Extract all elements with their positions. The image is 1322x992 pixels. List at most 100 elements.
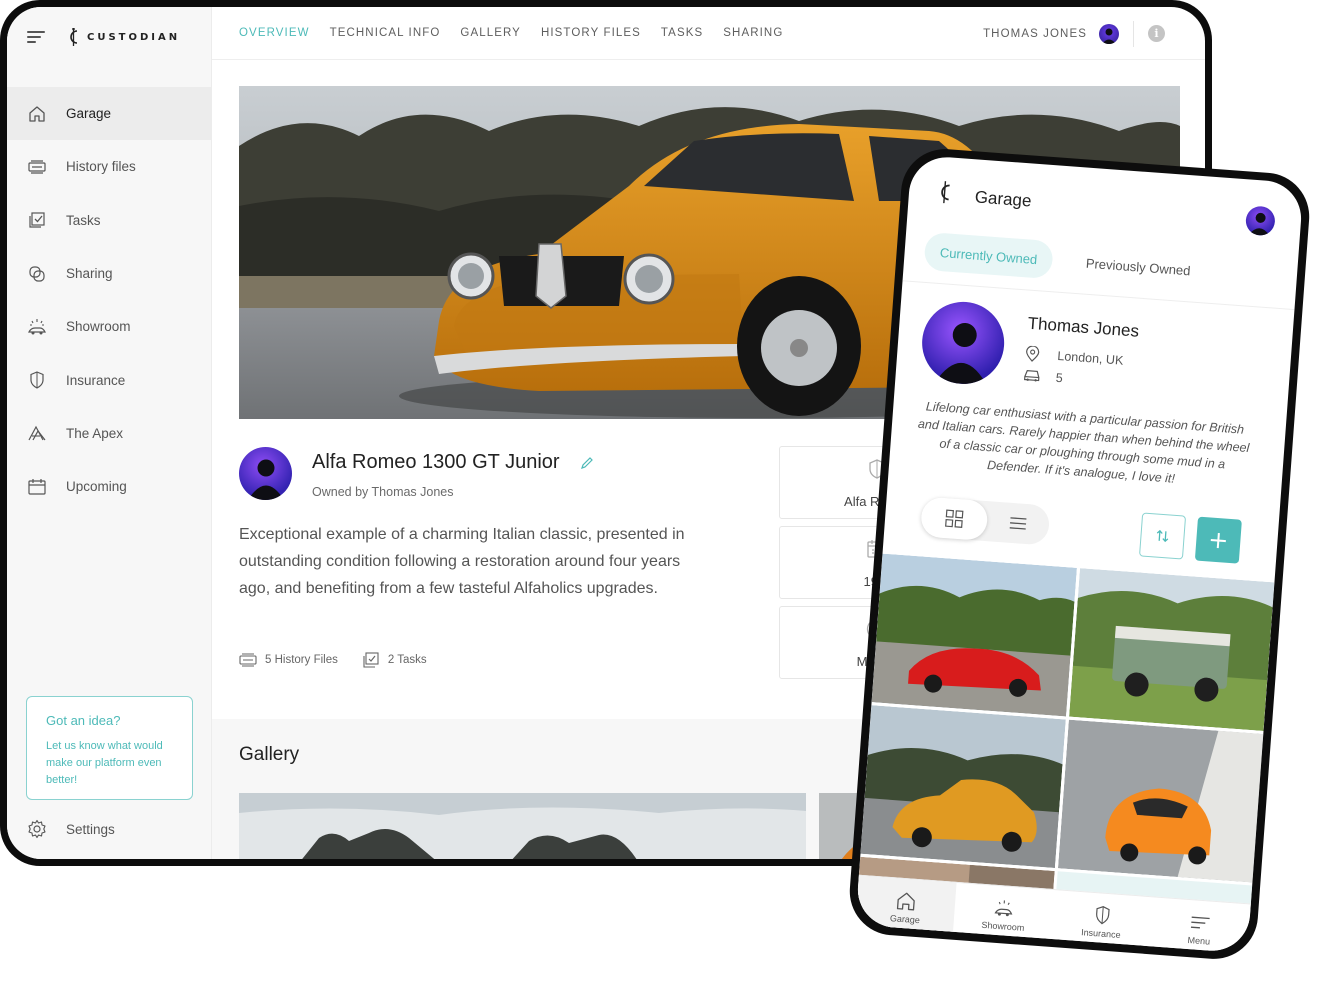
sidebar-item-sharing[interactable]: Sharing [7, 247, 212, 300]
bottom-nav-showroom[interactable]: Showroom [953, 883, 1055, 947]
sidebar-item-label: Insurance [66, 372, 126, 388]
calendar-icon [27, 477, 47, 497]
sidebar: CUSTODIAN Garage History files Tasks Sha… [7, 7, 212, 859]
sidebar-item-showroom[interactable]: Showroom [7, 300, 212, 353]
marketing-composite: CUSTODIAN Garage History files Tasks Sha… [0, 0, 1322, 992]
brand-bar: CUSTODIAN [7, 7, 212, 67]
history-files-icon [239, 653, 257, 667]
sidebar-item-upcoming[interactable]: Upcoming [7, 460, 212, 513]
sidebar-item-settings[interactable]: Settings [27, 819, 115, 839]
tab-previously-owned[interactable]: Previously Owned [1073, 243, 1203, 290]
menu-icon [1190, 916, 1210, 929]
profile-avatar[interactable] [919, 299, 1008, 387]
tasks-icon [363, 652, 379, 668]
showroom-icon [994, 900, 1013, 917]
profile-location: London, UK [1056, 348, 1124, 368]
sort-arrows-icon [1156, 529, 1169, 543]
feedback-card[interactable]: Got an idea? Let us know what would make… [26, 696, 193, 800]
feedback-text: Let us know what would make our platform… [46, 740, 163, 786]
sidebar-item-label: The Apex [66, 425, 124, 441]
custodian-logo-icon [70, 28, 78, 46]
shield-icon [1095, 906, 1110, 925]
shield-icon [27, 370, 47, 390]
home-icon [27, 104, 47, 124]
bottom-nav-label: Menu [1187, 934, 1211, 947]
profile-name: Thomas Jones [1027, 313, 1140, 341]
user-menu[interactable]: THOMAS JONES i [983, 7, 1165, 60]
tab-technical-info[interactable]: TECHNICAL INFO [330, 27, 441, 39]
grid-icon [945, 509, 964, 528]
history-files-icon [27, 157, 47, 177]
owner-label: Owned by Thomas Jones [312, 485, 454, 499]
add-car-button[interactable]: + [1194, 516, 1242, 564]
gallery-title: Gallery [239, 744, 300, 765]
list-view-button[interactable] [986, 501, 1051, 545]
sidebar-item-insurance[interactable]: Insurance [7, 353, 212, 406]
tab-sharing[interactable]: SHARING [723, 27, 783, 39]
sidebar-item-the-apex[interactable]: The Apex [7, 407, 212, 460]
bottom-nav-garage[interactable]: Garage [855, 875, 957, 940]
tab-gallery[interactable]: GALLERY [460, 27, 521, 39]
car-thumbnail[interactable] [871, 553, 1077, 717]
car-title: Alfa Romeo 1300 GT Junior [312, 451, 560, 473]
info-icon[interactable]: i [1148, 25, 1165, 42]
bottom-nav-insurance[interactable]: Insurance [1051, 890, 1153, 953]
bottom-nav-label: Garage [889, 913, 921, 926]
sidebar-item-label: History files [66, 159, 136, 175]
pencil-icon[interactable] [580, 456, 594, 470]
grid-view-button[interactable] [919, 496, 989, 542]
home-icon [897, 892, 915, 911]
car-thumbnail[interactable] [860, 705, 1066, 869]
avatar[interactable] [1244, 205, 1276, 237]
sidebar-item-label: Tasks [66, 212, 101, 228]
car-grid [858, 553, 1275, 916]
sidebar-item-tasks[interactable]: Tasks [7, 194, 212, 247]
sort-button[interactable] [1138, 512, 1187, 560]
sidebar-item-label: Sharing [66, 266, 113, 282]
list-icon [1009, 517, 1027, 530]
sidebar-item-label: Upcoming [66, 479, 127, 495]
car-thumbnail[interactable] [1057, 719, 1264, 883]
gear-icon [28, 819, 46, 839]
divider [1133, 20, 1134, 47]
sidebar-item-label: Showroom [66, 319, 131, 335]
phone-screen: Garage Currently Owned Previously Owned … [855, 154, 1304, 954]
feedback-title: Got an idea? [46, 713, 121, 728]
phone-device: Garage Currently Owned Previously Owned … [846, 146, 1313, 962]
sidebar-item-history-files[interactable]: History files [7, 140, 212, 193]
bottom-nav-label: Insurance [1080, 927, 1121, 941]
location-pin-icon [1026, 345, 1040, 362]
history-files-count[interactable]: 5 History Files [265, 654, 338, 666]
profile-car-count: 5 [1055, 370, 1064, 386]
sidebar-nav: Garage History files Tasks Sharing Showr… [7, 87, 212, 513]
avatar[interactable] [1099, 23, 1119, 44]
custodian-logo-icon [941, 181, 950, 204]
tab-currently-owned[interactable]: Currently Owned [923, 231, 1054, 280]
brand-name: CUSTODIAN [87, 31, 181, 43]
view-toggle [919, 496, 1051, 546]
bottom-nav-label: Showroom [981, 919, 1025, 933]
gallery-photo[interactable] [239, 793, 806, 859]
showroom-icon [27, 317, 47, 337]
user-name: THOMAS JONES [983, 27, 1087, 40]
phone-page-title: Garage [974, 187, 1033, 211]
owner-avatar[interactable] [239, 447, 292, 500]
car-thumbnail[interactable] [1069, 568, 1275, 731]
bottom-nav-menu[interactable]: Menu [1149, 897, 1251, 953]
tab-history-files[interactable]: HISTORY FILES [541, 27, 641, 39]
car-icon [1023, 370, 1040, 382]
sidebar-item-garage[interactable]: Garage [7, 87, 212, 141]
settings-label: Settings [66, 821, 115, 837]
menu-icon[interactable] [27, 30, 45, 44]
sharing-icon [27, 264, 47, 284]
car-meta: 5 History Files 2 Tasks [239, 652, 427, 668]
apex-icon [27, 423, 47, 443]
tasks-icon [27, 210, 47, 230]
car-description: Exceptional example of a charming Italia… [239, 526, 685, 597]
top-tab-bar: OVERVIEW TECHNICAL INFO GALLERY HISTORY … [212, 7, 1205, 60]
tab-tasks[interactable]: TASKS [661, 27, 703, 39]
tab-overview[interactable]: OVERVIEW [239, 27, 310, 39]
tasks-count[interactable]: 2 Tasks [388, 654, 427, 666]
profile-bio: Lifelong car enthusiast with a particula… [917, 399, 1250, 486]
sidebar-item-label: Garage [66, 106, 112, 122]
